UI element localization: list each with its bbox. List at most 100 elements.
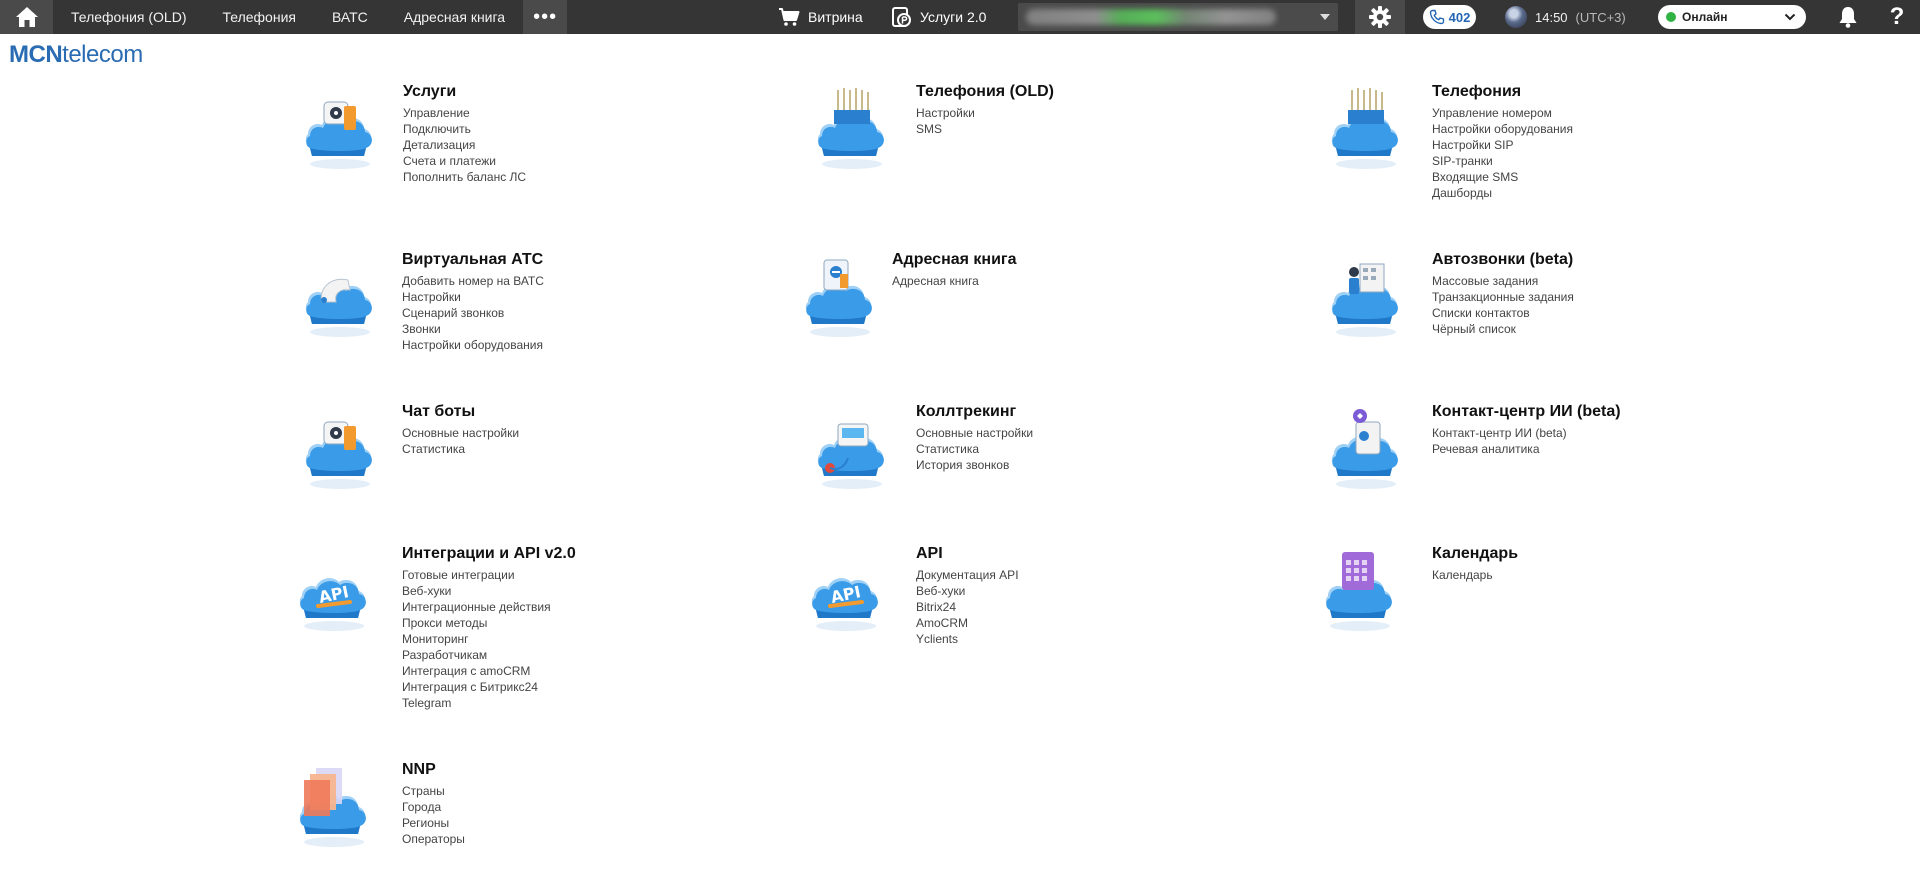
autocall-cloud-icon[interactable] — [1326, 250, 1406, 340]
service-link[interactable]: Регионы — [402, 815, 465, 831]
service-link[interactable]: Настройки оборудования — [402, 337, 544, 353]
service-link[interactable]: Добавить номер на ВАТС — [402, 273, 544, 289]
home-button[interactable] — [0, 0, 53, 34]
service-link[interactable]: Чёрный список — [1432, 321, 1574, 337]
ai-contact-center-cloud-icon[interactable] — [1326, 402, 1406, 492]
service-link[interactable]: Операторы — [402, 831, 465, 847]
service-link[interactable]: Мониторинг — [402, 631, 576, 647]
status-select[interactable]: Онлайн — [1658, 5, 1806, 29]
api-v2-cloud-icon[interactable]: API — [294, 544, 374, 634]
service-link[interactable]: Контакт-центр ИИ (beta) — [1432, 425, 1621, 441]
service-link[interactable]: Массовые задания — [1432, 273, 1574, 289]
nav-telephony-old[interactable]: Телефония (OLD) — [53, 0, 204, 34]
service-title[interactable]: Адресная книга — [892, 250, 1016, 270]
telephony-cloud-icon[interactable] — [1326, 82, 1406, 172]
service-title[interactable]: Контакт-центр ИИ (beta) — [1432, 402, 1621, 422]
service-link[interactable]: Страны — [402, 783, 465, 799]
service-link[interactable]: Документация API — [916, 567, 1019, 583]
service-title[interactable]: Автозвонки (beta) — [1432, 250, 1574, 270]
service-link[interactable]: Списки контактов — [1432, 305, 1574, 321]
help-button[interactable]: ? — [1882, 0, 1912, 34]
telephony-old-cloud-icon[interactable] — [812, 82, 892, 172]
service-title[interactable]: Телефония (OLD) — [916, 82, 1054, 102]
service-link[interactable]: Речевая аналитика — [1432, 441, 1621, 457]
user-clock[interactable]: 14:50 (UTC+3) — [1505, 0, 1626, 34]
service-link[interactable]: Адресная книга — [892, 273, 1016, 289]
nav-vats[interactable]: ВАТС — [314, 0, 386, 34]
service-tile-body: NNP Страны Города Регионы Операторы — [402, 760, 465, 847]
service-title[interactable]: Телефония — [1432, 82, 1573, 102]
address-book-cloud-icon[interactable] — [800, 250, 880, 340]
service-title[interactable]: Интеграции и API v2.0 — [402, 544, 576, 564]
service-link[interactable]: Пополнить баланс ЛС — [403, 169, 526, 185]
service-title[interactable]: Услуги — [403, 82, 526, 102]
service-link[interactable]: Telegram — [402, 695, 576, 711]
nnp-cloud-icon[interactable] — [294, 760, 374, 850]
service-link[interactable]: История звонков — [916, 457, 1033, 473]
service-link[interactable]: Разработчикам — [402, 647, 576, 663]
account-select[interactable] — [1018, 3, 1338, 31]
top-bar: Телефония (OLD) Телефония ВАТС Адресная … — [0, 0, 1920, 34]
service-link[interactable]: AmoCRM — [916, 615, 1019, 631]
avatar[interactable] — [1505, 6, 1527, 28]
api-cloud-icon[interactable]: API — [806, 544, 886, 634]
service-link[interactable]: Звонки — [402, 321, 544, 337]
phone-count-button[interactable]: 402 — [1423, 5, 1476, 29]
service-title[interactable]: Чат боты — [402, 402, 519, 422]
logo-rest: telecom — [62, 41, 143, 68]
service-link[interactable]: Bitrix24 — [916, 599, 1019, 615]
service-link[interactable]: Интеграционные действия — [402, 599, 576, 615]
service-link[interactable]: Календарь — [1432, 567, 1518, 583]
service-link[interactable]: Yclients — [916, 631, 1019, 647]
service-link[interactable]: Настройки — [916, 105, 1054, 121]
service-link[interactable]: Сценарий звонков — [402, 305, 544, 321]
service-title[interactable]: API — [916, 544, 1019, 564]
nav-telephony[interactable]: Телефония — [204, 0, 313, 34]
service-link[interactable]: Основные настройки — [402, 425, 519, 441]
service-link[interactable]: Прокси методы — [402, 615, 576, 631]
service-link[interactable]: Настройки — [402, 289, 544, 305]
service-title[interactable]: NNP — [402, 760, 465, 780]
service-title[interactable]: Виртуальная АТС — [402, 250, 544, 270]
mcn-telecom-logo[interactable]: MCNtelecom — [9, 41, 143, 69]
service-title[interactable]: Календарь — [1432, 544, 1518, 564]
service-link[interactable]: SIP-транки — [1432, 153, 1573, 169]
service-links: Страны Города Регионы Операторы — [402, 783, 465, 847]
more-menu-button[interactable]: ••• — [523, 0, 568, 34]
service-title[interactable]: Коллтрекинг — [916, 402, 1033, 422]
service-link[interactable]: Подключить — [403, 121, 526, 137]
service-links: Добавить номер на ВАТС Настройки Сценарий … — [402, 273, 544, 353]
service-link[interactable]: Настройки оборудования — [1432, 121, 1573, 137]
service-link[interactable]: Интеграция с Битрикс24 — [402, 679, 576, 695]
service-link[interactable]: SMS — [916, 121, 1054, 137]
settings-button[interactable] — [1355, 0, 1405, 34]
service-link[interactable]: Статистика — [916, 441, 1033, 457]
calendar-cloud-icon[interactable] — [1320, 544, 1400, 634]
pbx-cloud-icon[interactable] — [300, 250, 380, 340]
service-link[interactable]: Города — [402, 799, 465, 815]
service-link[interactable]: Интеграция с amoCRM — [402, 663, 576, 679]
service-link[interactable]: Управление номером — [1432, 105, 1573, 121]
shop-button[interactable]: Витрина — [778, 0, 863, 34]
cart-icon — [779, 8, 800, 26]
service-link[interactable]: Веб-хуки — [402, 583, 576, 599]
service-link[interactable]: Статистика — [402, 441, 519, 457]
services-2-button[interactable]: Услуги 2.0 — [890, 0, 986, 34]
service-link[interactable]: Настройки SIP — [1432, 137, 1573, 153]
service-link[interactable]: Дашборды — [1432, 185, 1573, 201]
service-link[interactable]: Транзакционные задания — [1432, 289, 1574, 305]
service-link[interactable]: Готовые интеграции — [402, 567, 576, 583]
service-tile-body: Автозвонки (beta) Массовые задания Транзак… — [1432, 250, 1574, 337]
calltracking-cloud-icon[interactable] — [812, 402, 892, 492]
service-link[interactable]: Управление — [403, 105, 526, 121]
service-link[interactable]: Счета и платежи — [403, 153, 526, 169]
chatbot-cloud-icon[interactable] — [300, 402, 380, 492]
notifications-button[interactable] — [1832, 0, 1864, 34]
services-cloud-icon[interactable] — [300, 82, 380, 172]
service-link[interactable]: Основные настройки — [916, 425, 1033, 441]
nav-address-book[interactable]: Адресная книга — [386, 0, 523, 34]
service-link[interactable]: Детализация — [403, 137, 526, 153]
timezone: (UTC+3) — [1575, 9, 1626, 25]
service-link[interactable]: Входящие SMS — [1432, 169, 1573, 185]
service-link[interactable]: Веб-хуки — [916, 583, 1019, 599]
